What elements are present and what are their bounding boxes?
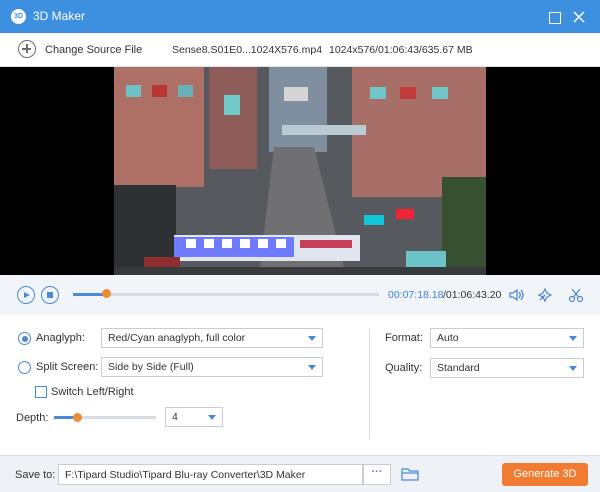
playback-progress-thumb[interactable] <box>102 289 112 298</box>
title-bar: 3D 3D Maker <box>0 0 600 33</box>
quality-label: Quality: <box>385 362 423 374</box>
play-icon[interactable] <box>17 286 35 304</box>
split-screen-radio[interactable] <box>18 361 31 374</box>
save-path-field[interactable]: F:\Tipard Studio\Tipard Blu-ray Converte… <box>58 464 363 485</box>
depth-slider-track[interactable] <box>54 416 156 419</box>
split-screen-select-value: Side by Side (Full) <box>108 361 194 373</box>
playback-controls: 00:07:18.18 /01:06:43.20 <box>0 275 600 315</box>
folder-icon[interactable] <box>401 467 419 481</box>
playback-progress-track[interactable] <box>73 293 379 296</box>
quality-select[interactable]: Standard <box>430 358 584 378</box>
quality-select-value: Standard <box>437 362 480 374</box>
preview-frame <box>114 67 486 275</box>
volume-icon[interactable] <box>507 286 525 304</box>
source-bar: Change Source File Sense8.S01E0...1024X5… <box>0 33 600 67</box>
format-select-value: Auto <box>437 332 459 344</box>
source-file-name: Sense8.S01E0...1024X576.mp4 <box>172 44 323 56</box>
chevron-down-icon <box>308 336 316 341</box>
save-to-label: Save to: <box>15 469 56 481</box>
generate-3d-button[interactable]: Generate 3D <box>502 463 588 486</box>
switch-left-right-checkbox[interactable] <box>35 386 47 398</box>
anaglyph-label: Anaglyph: <box>36 332 85 344</box>
format-select[interactable]: Auto <box>430 328 584 348</box>
chevron-down-icon <box>569 366 577 371</box>
close-button[interactable] <box>569 7 589 27</box>
magic-effect-icon[interactable] <box>536 286 554 304</box>
depth-label: Depth: <box>16 412 49 424</box>
app-icon: 3D <box>11 9 26 24</box>
chevron-down-icon <box>569 336 577 341</box>
3d-settings-panel: Anaglyph: Red/Cyan anaglyph, full color … <box>0 315 600 455</box>
add-source-icon[interactable] <box>18 40 36 58</box>
format-label: Format: <box>385 332 423 344</box>
split-screen-label: Split Screen: <box>36 361 99 373</box>
change-source-button[interactable]: Change Source File <box>45 44 142 56</box>
depth-select[interactable]: 4 <box>165 407 223 427</box>
scissors-icon[interactable] <box>567 286 585 304</box>
video-preview <box>0 67 600 275</box>
chevron-down-icon <box>308 365 316 370</box>
maximize-button[interactable] <box>544 7 564 27</box>
anaglyph-select-value: Red/Cyan anaglyph, full color <box>108 332 246 344</box>
close-icon <box>573 11 585 23</box>
current-time: 00:07:18.18 <box>388 289 444 301</box>
stop-icon[interactable] <box>41 286 59 304</box>
switch-left-right-label: Switch Left/Right <box>51 386 134 398</box>
browse-button[interactable]: ··· <box>363 464 391 485</box>
anaglyph-radio[interactable] <box>18 332 31 345</box>
save-bar: Save to: F:\Tipard Studio\Tipard Blu-ray… <box>0 455 600 492</box>
depth-select-value: 4 <box>172 411 178 423</box>
anaglyph-preview-image <box>114 67 486 275</box>
window-title: 3D Maker <box>33 9 86 23</box>
source-file-info: 1024x576/01:06:43/635.67 MB <box>329 44 473 56</box>
split-screen-select[interactable]: Side by Side (Full) <box>101 357 323 377</box>
depth-slider-thumb[interactable] <box>72 413 82 422</box>
anaglyph-select[interactable]: Red/Cyan anaglyph, full color <box>101 328 323 348</box>
chevron-down-icon <box>208 415 216 420</box>
total-time: /01:06:43.20 <box>443 289 502 301</box>
settings-divider <box>369 329 370 439</box>
